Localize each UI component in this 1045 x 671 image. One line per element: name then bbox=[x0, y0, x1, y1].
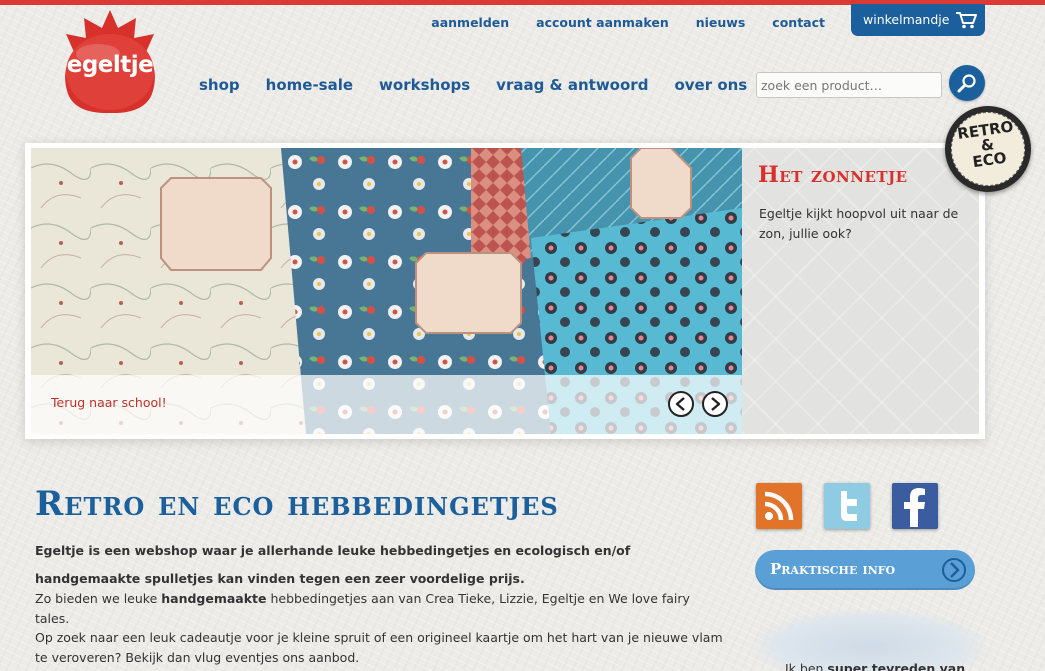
slider-prev-button[interactable] bbox=[668, 391, 694, 417]
paragraph-gift: Op zoek naar een leuk cadeautje voor je … bbox=[35, 630, 723, 665]
main-nav: shop home-sale workshops vraag & antwoor… bbox=[199, 76, 747, 94]
paragraph-handmade-start: Zo bieden we leuke bbox=[35, 591, 162, 606]
facebook-link[interactable] bbox=[892, 483, 938, 529]
slide-info-panel: Het zonnetje Egeltje kijkt hoopvol uit n… bbox=[742, 148, 979, 434]
practical-info-button[interactable]: Praktische info bbox=[755, 550, 975, 590]
testimonial-text: Ik ben super tevreden van bbox=[785, 661, 975, 671]
twitter-icon bbox=[841, 491, 857, 521]
logo[interactable]: egeltje bbox=[60, 10, 160, 114]
facebook-icon bbox=[904, 488, 925, 527]
login-link[interactable]: aanmelden bbox=[431, 15, 509, 30]
featured-slider: Terug naar school! Het zonnetje Egeltje … bbox=[25, 143, 985, 439]
twitter-link[interactable] bbox=[824, 483, 870, 529]
slider-next-button[interactable] bbox=[702, 391, 728, 417]
search-button[interactable] bbox=[949, 65, 985, 101]
cart-label: winkelmandje bbox=[863, 12, 950, 27]
top-links: aanmelden account aanmaken nieuws contac… bbox=[431, 15, 825, 30]
search-input[interactable] bbox=[756, 72, 942, 98]
nav-about[interactable]: over ons bbox=[674, 76, 747, 94]
slide-caption-link[interactable]: Terug naar school! bbox=[51, 395, 167, 410]
slide-title: Het zonnetje bbox=[758, 162, 908, 188]
nav-faq[interactable]: vraag & antwoord bbox=[496, 76, 648, 94]
page-heading: Retro en eco hebbedingetjes bbox=[35, 484, 559, 524]
paragraph-handmade-bold: handgemaakte bbox=[161, 591, 267, 606]
news-link[interactable]: nieuws bbox=[696, 15, 746, 30]
logo-text: egeltje bbox=[66, 52, 154, 78]
create-account-link[interactable]: account aanmaken bbox=[536, 15, 669, 30]
chevron-right-icon bbox=[941, 557, 967, 587]
arrow-left-icon bbox=[675, 397, 685, 411]
nav-home-sale[interactable]: home-sale bbox=[266, 76, 353, 94]
arrow-right-icon bbox=[711, 397, 721, 411]
slide-text: Egeltje kijkt hoopvol uit naar de zon, j… bbox=[759, 206, 959, 241]
cart-icon bbox=[955, 11, 977, 32]
testimonial-bold: super tevreden van bbox=[827, 661, 966, 671]
rss-link[interactable] bbox=[756, 483, 802, 529]
testimonial-start: Ik ben bbox=[785, 661, 828, 671]
contact-link[interactable]: contact bbox=[772, 15, 825, 30]
nav-shop[interactable]: shop bbox=[199, 76, 240, 94]
intro-text: Egeltje is een webshop waar je allerhand… bbox=[35, 543, 631, 586]
cart-button[interactable]: winkelmandje bbox=[851, 4, 985, 36]
slide-caption-bar: Terug naar school! bbox=[31, 375, 742, 434]
search-icon bbox=[957, 74, 976, 93]
practical-info-label: Praktische info bbox=[770, 560, 896, 578]
rss-icon bbox=[764, 491, 794, 521]
nav-workshops[interactable]: workshops bbox=[379, 76, 470, 94]
retro-eco-badge: RETRO & ECO bbox=[945, 106, 1031, 192]
paragraph-handmade: Zo bieden we leuke handgemaakte hebbedin… bbox=[35, 589, 725, 629]
